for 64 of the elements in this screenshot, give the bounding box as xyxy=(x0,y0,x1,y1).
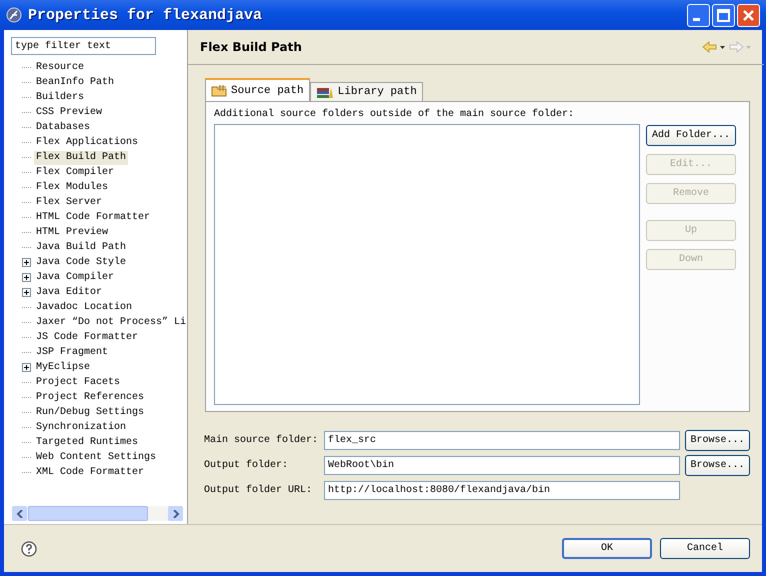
minimize-button[interactable] xyxy=(687,4,710,26)
field-label: Output folder: xyxy=(204,460,290,471)
maximize-button[interactable] xyxy=(712,4,735,26)
expand-icon[interactable] xyxy=(22,273,31,282)
field-label: Main source folder: xyxy=(204,435,320,446)
tree-item[interactable]: JS Code Formatter xyxy=(34,330,140,344)
scroll-thumb[interactable] xyxy=(28,506,148,521)
tree-item[interactable]: Jaxer “Do not Process” Li xyxy=(34,316,188,330)
tree-item[interactable]: Java Compiler xyxy=(34,270,116,284)
tree-item[interactable]: MyEclipse xyxy=(34,360,92,374)
chevron-left-icon xyxy=(16,510,24,518)
field-label: Output folder URL: xyxy=(204,485,314,496)
tree-item[interactable]: CSS Preview xyxy=(34,106,104,120)
tree-item[interactable]: HTML Preview xyxy=(34,226,110,240)
chevron-right-icon xyxy=(172,510,180,518)
close-button[interactable] xyxy=(737,4,760,26)
expand-icon[interactable] xyxy=(22,288,31,297)
tab[interactable]: Source path xyxy=(205,78,310,101)
tree-item[interactable]: Flex Applications xyxy=(34,136,140,150)
tree-item[interactable]: Java Editor xyxy=(34,286,104,300)
input-field[interactable]: flex_src xyxy=(324,431,680,450)
tree-item[interactable]: Project References xyxy=(34,390,146,404)
filter-field[interactable]: type filter text xyxy=(11,37,156,55)
help-icon[interactable] xyxy=(21,540,37,556)
expand-icon[interactable] xyxy=(22,258,31,267)
list-action-button[interactable]: Add Folder... xyxy=(646,125,736,146)
tree-item[interactable]: XML Code Formatter xyxy=(34,466,146,480)
tree-item[interactable]: Flex Server xyxy=(34,196,104,210)
tree-item[interactable]: Flex Build Path xyxy=(34,150,128,164)
tree-item[interactable]: HTML Code Formatter xyxy=(34,210,152,224)
back-arrow-icon[interactable] xyxy=(702,41,726,53)
browse-button[interactable]: Browse... xyxy=(685,430,750,451)
page-title: Flex Build Path xyxy=(200,40,302,54)
horizontal-scrollbar[interactable] xyxy=(12,506,183,521)
scroll-right-button[interactable] xyxy=(168,506,183,521)
app-icon xyxy=(6,7,22,23)
folder-icon xyxy=(211,84,227,97)
tree-item[interactable]: Databases xyxy=(34,120,92,134)
tree-item[interactable]: Builders xyxy=(34,90,86,104)
input-field[interactable]: http://localhost:8080/flexandjava/bin xyxy=(324,481,680,500)
tree-item[interactable]: Synchronization xyxy=(34,420,128,434)
tree-item[interactable]: Flex Compiler xyxy=(34,166,116,180)
tree-item[interactable]: Javadoc Location xyxy=(34,300,134,314)
window-title: Properties for flexandjava xyxy=(28,6,262,24)
browse-button[interactable]: Browse... xyxy=(685,455,750,476)
expand-icon[interactable] xyxy=(22,363,31,372)
tree-item[interactable]: Flex Modules xyxy=(34,180,110,194)
tree-item[interactable]: Java Code Style xyxy=(34,256,128,270)
dialog-button[interactable]: OK xyxy=(562,538,652,559)
books-icon xyxy=(316,86,334,98)
tab[interactable]: Library path xyxy=(310,82,423,101)
tree-item[interactable]: JSP Fragment xyxy=(34,346,110,360)
minimize-icon xyxy=(693,18,700,20)
tree-item[interactable]: Web Content Settings xyxy=(34,450,158,464)
tree-item[interactable]: Targeted Runtimes xyxy=(34,436,140,450)
tree-item[interactable]: Resource xyxy=(34,60,86,74)
tree-item[interactable]: Java Build Path xyxy=(34,240,128,254)
tree-item[interactable]: BeanInfo Path xyxy=(34,76,116,90)
description-text: Additional source folders outside of the main source folder: xyxy=(214,108,576,122)
scroll-left-button[interactable] xyxy=(12,506,27,521)
tree-item[interactable]: Project Facets xyxy=(34,376,122,390)
tree-item[interactable]: Run/Debug Settings xyxy=(34,406,146,420)
input-field[interactable]: WebRoot\bin xyxy=(324,456,680,475)
dialog-button[interactable]: Cancel xyxy=(660,538,750,559)
